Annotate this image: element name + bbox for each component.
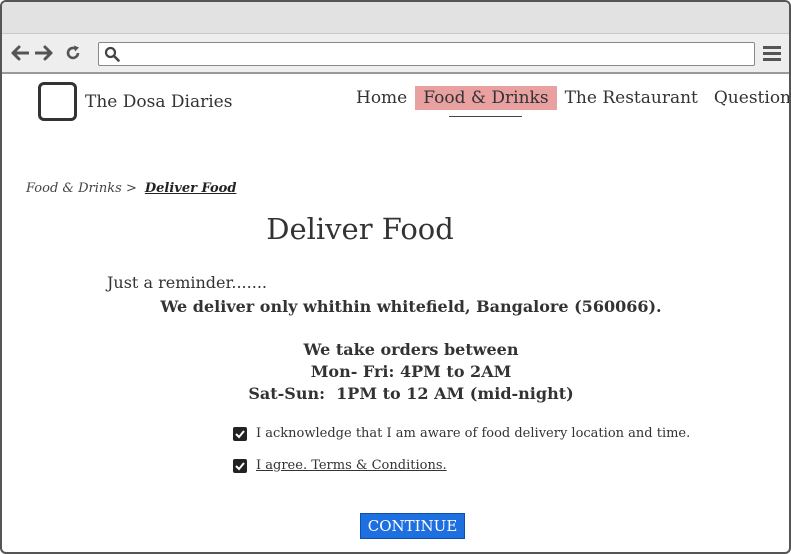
browser-toolbar [2,34,789,74]
title-bar [2,2,789,34]
reload-icon[interactable] [63,43,83,63]
checkmark-icon [235,461,245,470]
acknowledge-checkbox-row[interactable]: I acknowledge that I am aware of food de… [233,426,690,441]
hamburger-menu-icon[interactable] [763,44,781,62]
acknowledge-checkbox[interactable] [233,426,247,441]
site-title[interactable]: The Dosa Diaries [85,92,232,112]
checkmark-icon [235,429,245,438]
top-nav: Home Food & Drinks The Restaurant Questi… [348,86,789,117]
breadcrumb: Food & Drinks > Deliver Food [26,181,236,196]
terms-checkbox-row[interactable]: I agree. Terms & Conditions. [233,458,447,473]
hours-heading: We take orders between [303,340,519,359]
continue-button[interactable]: CONTINUE [360,513,465,539]
site-logo[interactable] [38,82,77,121]
search-icon [104,46,120,62]
terms-checkbox[interactable] [233,458,247,473]
back-arrow-icon[interactable] [10,43,30,63]
hours-weekday: Mon- Fri: 4PM to 2AM [310,362,512,381]
nav-item-the-restaurant[interactable]: The Restaurant [557,86,706,110]
page-title: Deliver Food [266,212,454,246]
nav-item-home[interactable]: Home [348,86,415,110]
acknowledge-label: I acknowledge that I am aware of food de… [256,426,691,441]
nav-item-food-drinks[interactable]: Food & Drinks [415,86,557,117]
address-bar[interactable] [98,42,755,66]
terms-link[interactable]: I agree. Terms & Conditions. [256,458,447,473]
breadcrumb-parent[interactable]: Food & Drinks > [26,181,137,196]
reminder-text: Just a reminder....... [107,273,267,292]
nav-item-questions[interactable]: Questions [706,86,789,110]
delivery-area-text: We deliver only whithin whitefield, Bang… [160,297,662,316]
browser-window: The Dosa Diaries Home Food & Drinks The … [0,0,791,554]
hours-weekend: Sat-Sun: 1PM to 12 AM (mid-night) [248,384,574,403]
breadcrumb-current[interactable]: Deliver Food [145,181,237,196]
forward-arrow-icon[interactable] [34,43,54,63]
